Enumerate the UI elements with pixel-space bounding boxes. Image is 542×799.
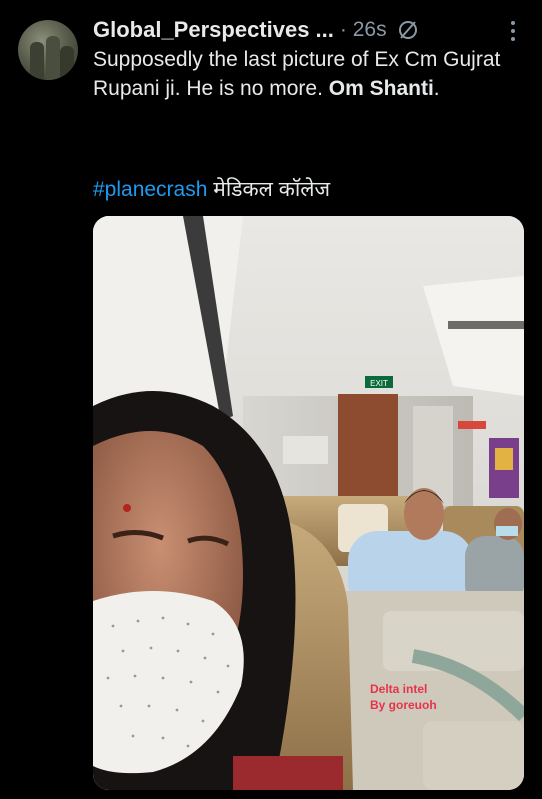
curtain <box>338 394 398 498</box>
avatar-figure <box>46 36 60 80</box>
no-entry-slash-icon <box>398 21 417 39</box>
tweet-text-bold: Om Shanti <box>328 77 434 100</box>
tweet-text: Supposedly the last picture of Ex Cm Guj… <box>93 45 523 103</box>
timestamp[interactable]: · 26s <box>340 18 387 42</box>
tweet-header: Global_Perspectives ... · 26s <box>93 14 533 46</box>
avatar[interactable] <box>18 20 78 80</box>
watermark-line1: Delta intel <box>370 682 428 696</box>
airplane-cabin-photo: EXIT <box>93 216 524 790</box>
passenger-right-mask <box>496 526 518 536</box>
hashtag-link[interactable]: #planecrash <box>93 178 207 201</box>
tweet-media-image[interactable]: EXIT Delta intel By goreuoh <box>93 216 524 790</box>
wall-panel <box>283 436 328 464</box>
poster-graphic <box>495 448 513 470</box>
more-vertical-icon[interactable] <box>510 20 516 42</box>
avatar-figure <box>60 46 74 80</box>
watermark-line2: By goreuoh <box>370 698 437 712</box>
display-name[interactable]: Global_Perspectives ... <box>93 17 334 43</box>
passenger-face <box>404 488 444 540</box>
tweet-text-end: . <box>433 77 440 100</box>
bindi <box>123 504 131 512</box>
red-cushion <box>233 756 343 790</box>
door-label <box>458 421 486 429</box>
bin-edge <box>448 321 524 329</box>
seat-pocket <box>423 721 524 790</box>
avatar-figure <box>30 42 44 80</box>
hashtag-suffix: मेडिकल कॉलेज <box>207 178 331 201</box>
exit-sign-label: EXIT <box>370 379 388 388</box>
hashtag-line: #planecrash मेडिकल कॉलेज <box>93 175 523 205</box>
